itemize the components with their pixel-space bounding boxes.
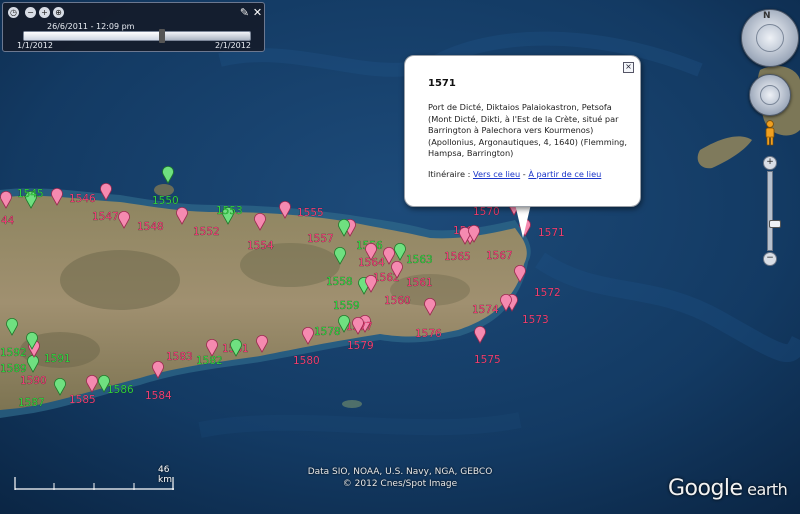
look-control[interactable]: N <box>741 9 799 67</box>
balloon-close-button[interactable]: × <box>623 62 634 73</box>
zoom-time-icon[interactable]: ⊕ <box>53 7 64 18</box>
directions-label: Itinéraire : <box>428 169 473 179</box>
time-settings-icon[interactable]: ◷ <box>8 7 19 18</box>
placemark-label[interactable]: 1561 <box>406 277 433 289</box>
placemark-label[interactable]: 1591 <box>44 353 71 365</box>
directions-row: Itinéraire : Vers ce lieu - À partir de … <box>428 169 601 179</box>
placemark-label[interactable]: 1552 <box>193 226 220 238</box>
wrench-icon[interactable]: ✎ <box>239 7 250 18</box>
placemark-label[interactable]: 1592 <box>0 347 27 359</box>
placemark-label[interactable]: 1584 <box>145 390 172 402</box>
placemark-label[interactable]: 1558 <box>326 276 353 288</box>
placemark-label[interactable]: 1570 <box>473 206 500 218</box>
move-joystick-icon[interactable] <box>760 85 780 105</box>
close-icon[interactable]: ✕ <box>252 7 263 18</box>
time-range-fill <box>24 32 162 40</box>
north-icon[interactable]: N <box>763 11 771 21</box>
directions-to-link[interactable]: Vers ce lieu <box>473 169 520 179</box>
attribution-line-2: © 2012 Cnes/Spot Image <box>342 479 458 489</box>
move-control[interactable] <box>749 74 791 116</box>
placemark-label[interactable]: 1557 <box>307 233 334 245</box>
placemark-label[interactable]: 1550 <box>152 195 179 207</box>
placemark-label[interactable]: 1567 <box>486 250 513 262</box>
placemark-label[interactable]: 1576 <box>415 328 442 340</box>
placemark-label[interactable]: 1553 <box>216 205 243 217</box>
placemark-label[interactable]: 1548 <box>137 221 164 233</box>
zoom-slider[interactable]: + − <box>763 156 781 266</box>
placemark-label[interactable]: 1586 <box>107 384 134 396</box>
time-slider-panel: ◷ − + ⊕ ✎ ✕ 26/6/2011 - 12:09 pm 1/1/201… <box>2 2 265 52</box>
current-date: 26/6/2011 - 12:09 pm <box>47 22 135 31</box>
balloon-tail <box>515 204 531 238</box>
scale-ruler <box>14 477 174 490</box>
placemark-label[interactable]: 1559 <box>333 300 360 312</box>
street-view-pegman-icon[interactable] <box>763 120 777 146</box>
placemark-label[interactable]: 1560 <box>384 295 411 307</box>
directions-from-link[interactable]: À partir de ce lieu <box>528 169 601 179</box>
attribution: Data SIO, NOAA, U.S. Navy, NGA, GEBCO © … <box>270 466 530 490</box>
placemark-label[interactable]: 1582 <box>196 355 223 367</box>
placemark-label[interactable]: 1585 <box>69 394 96 406</box>
look-joystick-icon[interactable] <box>756 24 784 52</box>
balloon-description: Port de Dicté, Diktaios Palaiokastron, P… <box>428 102 627 159</box>
zoom-in-button[interactable]: + <box>763 156 777 170</box>
placemark-label[interactable]: 1583 <box>166 351 193 363</box>
placemark-label[interactable]: 1545 <box>17 188 44 200</box>
placemark-label[interactable]: 1546 <box>69 193 96 205</box>
placemark-label[interactable]: 1589 <box>0 363 27 375</box>
placemark-label[interactable]: 1573 <box>522 314 549 326</box>
scale-bar: 46 km <box>14 463 174 493</box>
zoom-knob[interactable] <box>769 220 781 228</box>
placemark-label[interactable]: 1563 <box>406 254 433 266</box>
placemark-label[interactable]: 1572 <box>534 287 561 299</box>
end-date-label: 2/1/2012 <box>215 41 251 50</box>
zoom-bar[interactable] <box>767 171 781 251</box>
zoom-out-button[interactable]: − <box>763 252 777 266</box>
time-track[interactable] <box>23 29 251 43</box>
attribution-line-1: Data SIO, NOAA, U.S. Navy, NGA, GEBCO <box>307 467 493 477</box>
satellite-map[interactable]: 44 1545 1546 1547 1548 1550 1552 1553 1554 1555 15… <box>0 0 800 514</box>
placemark-label[interactable]: 44 <box>1 215 15 227</box>
placemark-label[interactable]: 1574 <box>472 304 499 316</box>
placemark-label[interactable]: 1575 <box>474 354 501 366</box>
scale-label: 46 km <box>158 465 172 485</box>
placemark-label[interactable]: 1587 <box>18 397 45 409</box>
placemark-label[interactable]: 1580 <box>293 355 320 367</box>
placemark-label[interactable]: 1571 <box>538 227 565 239</box>
placemark-label[interactable]: 1554 <box>247 240 274 252</box>
placemark-label[interactable]: 1590 <box>20 375 47 387</box>
google-earth-logo: Google earth <box>668 476 788 501</box>
time-knob[interactable] <box>158 29 165 43</box>
info-balloon: × 1571 Port de Dicté, Diktaios Palaiokas… <box>404 55 641 207</box>
placemark-label[interactable]: 1579 <box>347 340 374 352</box>
placemark-label[interactable]: 1555 <box>297 207 324 219</box>
zoom-in-time-icon[interactable]: + <box>39 7 50 18</box>
start-date-label: 1/1/2012 <box>17 41 53 50</box>
balloon-title: 1571 <box>428 78 456 89</box>
zoom-out-time-icon[interactable]: − <box>25 7 36 18</box>
placemark-label[interactable]: 1564 <box>358 257 385 269</box>
placemark-label[interactable]: 1565 <box>444 251 471 263</box>
placemark-label[interactable]: 1547 <box>92 211 119 223</box>
placemark-label[interactable]: 1578 <box>314 326 341 338</box>
logo-suffix: earth <box>742 480 788 499</box>
logo-main: Google <box>668 476 743 501</box>
